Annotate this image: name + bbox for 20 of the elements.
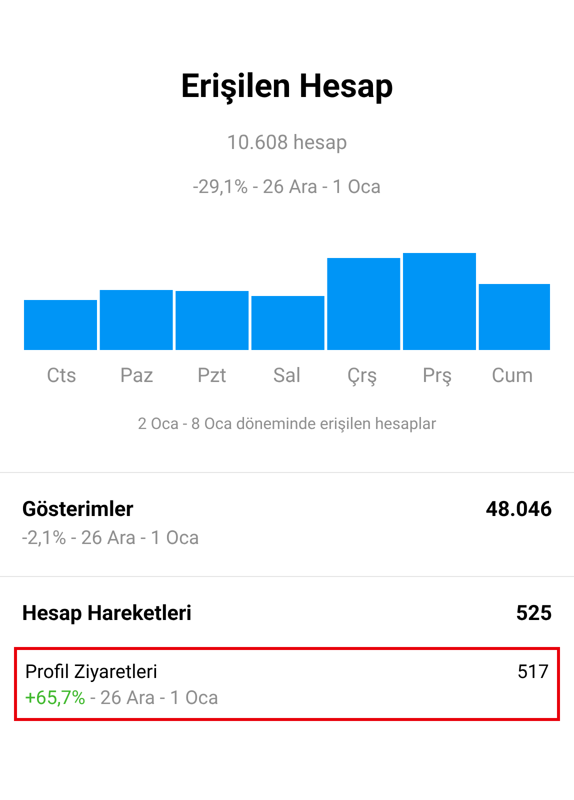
section-value: 48.046 [486,496,552,524]
day-label: Cum [492,362,534,389]
metric-value: 517 [516,658,549,684]
account-count: 10.608 hesap [226,129,348,156]
day-label: Paz [120,362,154,389]
metric-title: Profil Ziyaretleri [25,658,158,684]
chart-caption: 2 Oca - 8 Oca döneminde erişilen hesaplar [138,412,436,435]
change-text: -2,1% - 26 Ara - 1 Oca [22,526,200,550]
title: Erişilen Hesap [180,66,394,108]
section-title: Gösterimler [22,496,134,524]
day-label: Çrş [347,362,378,389]
day-label: Sal [273,362,301,389]
day-label: Prş [422,362,452,389]
section-title: Hesap Hareketleri [22,601,192,628]
change-text: +65,7% - 26 Ara - 1 Oca [25,686,220,710]
section-value: 525 [516,601,552,628]
day-label: Pzt [197,362,226,389]
day-label: Cts [46,362,77,389]
chart-bar [478,284,550,350]
comparison-text: -29,1% - 26 Ara - 1 Oca [193,174,381,200]
